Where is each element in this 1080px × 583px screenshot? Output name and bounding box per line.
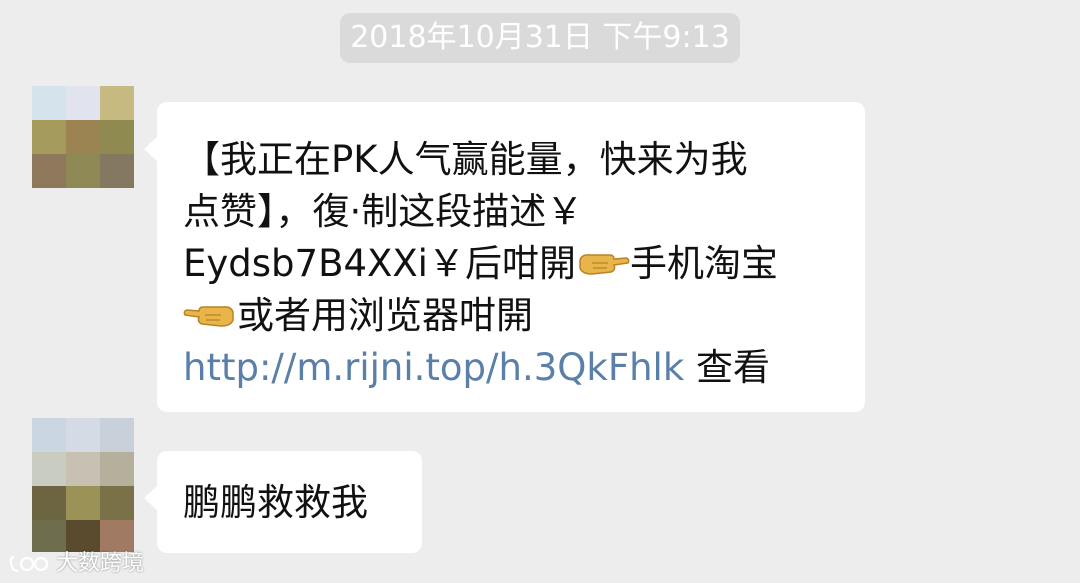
avatar-pixel — [66, 418, 100, 452]
avatar-pixel — [66, 452, 100, 486]
avatar-pixel — [100, 154, 134, 188]
message-bubble[interactable]: 【我正在PK人气赢能量，快来为我 点赞】，復·制这段描述￥ Eydsb7B4XX… — [144, 102, 865, 412]
avatar-pixel — [32, 86, 66, 120]
watermark-text: 大数跨境 — [56, 551, 145, 576]
avatar-pixel — [66, 86, 100, 120]
pointing-right-hand-icon — [579, 254, 630, 275]
avatar-pixel — [32, 418, 66, 452]
watermark: 大数跨境 — [8, 551, 144, 577]
avatar-pixel — [32, 154, 66, 188]
message-text-segment: 或者用浏览器咁開 — [237, 294, 533, 337]
message-text-line: http://m.rijni.top/h.3QkFhlk 查看 — [183, 342, 839, 394]
sender-avatar[interactable] — [32, 86, 134, 188]
message-link[interactable]: http://m.rijni.top/h.3QkFhlk — [183, 346, 684, 389]
message-text-segment: Eydsb7B4XXi￥后咁開 — [183, 242, 576, 285]
avatar-pixel — [100, 486, 134, 520]
avatar-pixel — [100, 452, 134, 486]
avatar-pixel — [66, 120, 100, 154]
message-text-line: Eydsb7B4XXi￥后咁開 手机淘宝 — [183, 238, 839, 290]
watermark-logo-icon — [9, 555, 49, 573]
avatar-pixel — [32, 486, 66, 520]
avatar-pixel — [66, 520, 100, 552]
avatar-pixel — [100, 418, 134, 452]
avatar-pixel — [66, 154, 100, 188]
message-timestamp: 2018年10月31日 下午9:13 — [340, 13, 740, 63]
avatar-pixel — [100, 520, 134, 552]
avatar-pixel — [100, 86, 134, 120]
message-text-line: 或者用浏览器咁開 — [183, 290, 839, 342]
avatar-pixel — [32, 520, 66, 552]
message-text-line: 【我正在PK人气赢能量，快来为我 — [183, 138, 748, 181]
avatar-pixel — [66, 486, 100, 520]
message-text-line: 点赞】，復·制这段描述￥ — [183, 190, 584, 233]
message-bubble[interactable]: 鹏鹏救救我 — [144, 451, 422, 553]
sender-avatar[interactable] — [32, 418, 134, 552]
pointing-left-hand-icon — [183, 306, 234, 327]
message-text-segment: 手机淘宝 — [629, 242, 778, 285]
avatar-pixel — [32, 120, 66, 154]
view-label[interactable]: 查看 — [684, 346, 770, 389]
avatar-pixel — [32, 452, 66, 486]
avatar-pixel — [100, 120, 134, 154]
message-text-line: 鹏鹏救救我 — [183, 481, 368, 524]
